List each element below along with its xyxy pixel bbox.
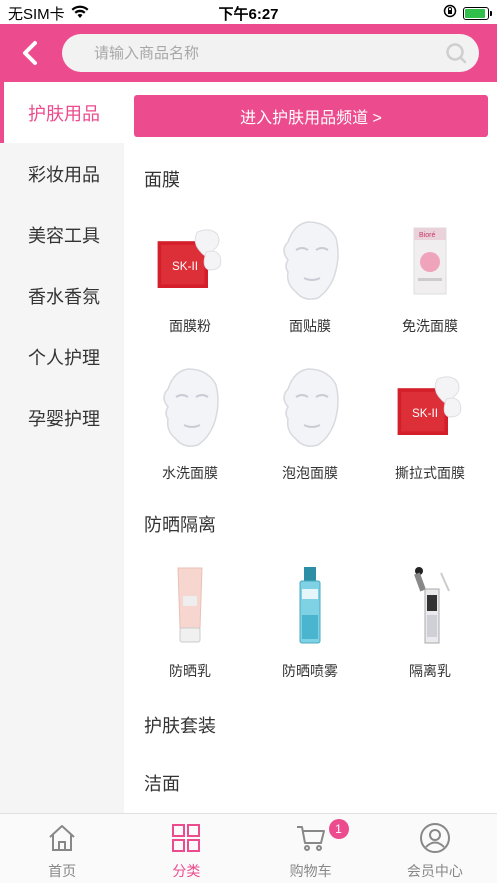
- sidebar-item-label: 香水香氛: [28, 286, 100, 307]
- product-label: 水洗面膜: [162, 465, 218, 481]
- category-sidebar: 护肤用品 彩妆用品 美容工具 香水香氛 个人护理 孕婴护理: [0, 82, 124, 813]
- chevron-left-icon: [23, 41, 37, 65]
- product-label: 撕拉式面膜: [395, 465, 465, 481]
- sidebar-item-fragrance[interactable]: 香水香氛: [0, 265, 124, 326]
- product-label: 面膜粉: [169, 318, 211, 334]
- tab-label: 会员中心: [406, 863, 463, 879]
- sidebar-item-maternity-care[interactable]: 孕婴护理: [0, 387, 124, 448]
- sidebar-item-label: 护肤用品: [28, 103, 100, 124]
- search-icon[interactable]: [445, 42, 467, 64]
- dropper-bottle-icon: [394, 564, 466, 648]
- section-title-mask: 面膜: [144, 170, 180, 190]
- sidebar-item-label: 个人护理: [28, 347, 100, 368]
- product-label: 防晒喷雾: [282, 663, 338, 679]
- product-item[interactable]: 隔离乳: [372, 564, 488, 704]
- bottom-tab-bar: 首页 分类 1 购物车 会员中心: [0, 813, 497, 883]
- mask-packet-icon: Bioré: [394, 219, 466, 303]
- cart-badge: 1: [328, 819, 349, 839]
- sheet-mask-icon: [274, 219, 346, 303]
- tab-label: 购物车: [289, 863, 332, 879]
- search-box[interactable]: [62, 34, 479, 72]
- product-item[interactable]: SK-II 撕拉式面膜: [372, 366, 488, 506]
- header: [0, 24, 497, 82]
- tab-cart[interactable]: 1 购物车: [249, 814, 373, 883]
- sidebar-item-personal-care[interactable]: 个人护理: [0, 326, 124, 387]
- product-item[interactable]: 面贴膜: [252, 219, 368, 359]
- product-item[interactable]: 泡泡面膜: [252, 366, 368, 506]
- svg-text:SK-II: SK-II: [172, 260, 198, 273]
- enter-channel-button[interactable]: 进入护肤用品频道 >: [134, 95, 488, 137]
- svg-text:SK-II: SK-II: [412, 407, 438, 420]
- product-item[interactable]: 水洗面膜: [132, 366, 248, 506]
- sidebar-item-label: 孕婴护理: [28, 408, 100, 429]
- category-content: 进入护肤用品频道 > 面膜 SK-II 面膜粉 面贴膜 Bioré 免洗面膜 水…: [124, 82, 497, 813]
- section-title-sun-protection: 防晒隔离: [144, 515, 216, 535]
- orientation-lock-icon: [443, 4, 457, 22]
- home-icon: [49, 825, 75, 851]
- sidebar-item-skincare[interactable]: 护肤用品: [0, 82, 124, 143]
- grid-icon: [172, 824, 201, 852]
- tab-category[interactable]: 分类: [124, 814, 248, 883]
- product-label: 泡泡面膜: [282, 465, 338, 481]
- status-bar: 无SIM卡 下午6:27: [0, 0, 497, 24]
- red-mask-box-icon: SK-II: [154, 219, 226, 303]
- spray-bottle-icon: [274, 564, 346, 648]
- section-title-skincare-set: 护肤套装: [144, 716, 216, 736]
- product-item[interactable]: Bioré 免洗面膜: [372, 219, 488, 359]
- product-label: 防晒乳: [169, 663, 211, 679]
- product-item[interactable]: 防晒乳: [132, 564, 248, 704]
- tab-member-center[interactable]: 会员中心: [373, 814, 497, 883]
- sheet-mask-icon: [274, 366, 346, 450]
- sunscreen-tube-icon: [154, 564, 226, 648]
- tab-home[interactable]: 首页: [0, 814, 124, 883]
- back-button[interactable]: [14, 36, 46, 70]
- search-input[interactable]: [94, 44, 424, 62]
- product-item[interactable]: 防晒喷雾: [252, 564, 368, 704]
- user-icon: [419, 823, 450, 853]
- svg-text:Bioré: Bioré: [419, 232, 435, 239]
- sidebar-item-makeup[interactable]: 彩妆用品: [0, 143, 124, 204]
- product-label: 面贴膜: [289, 318, 331, 334]
- sidebar-item-beauty-tools[interactable]: 美容工具: [0, 204, 124, 265]
- cart-icon: [296, 826, 325, 851]
- product-item[interactable]: SK-II 面膜粉: [132, 219, 248, 359]
- section-title-cleanser: 洁面: [144, 774, 180, 794]
- tab-label: 分类: [172, 863, 201, 879]
- sidebar-item-label: 彩妆用品: [28, 164, 100, 185]
- battery-icon: [463, 6, 492, 20]
- sidebar-item-label: 美容工具: [28, 225, 100, 246]
- sheet-mask-icon: [154, 366, 226, 450]
- product-label: 隔离乳: [409, 663, 451, 679]
- tab-label: 首页: [48, 863, 77, 879]
- product-label: 免洗面膜: [402, 318, 458, 334]
- status-time: 下午6:27: [218, 6, 279, 23]
- red-mask-box-icon: SK-II: [394, 366, 466, 450]
